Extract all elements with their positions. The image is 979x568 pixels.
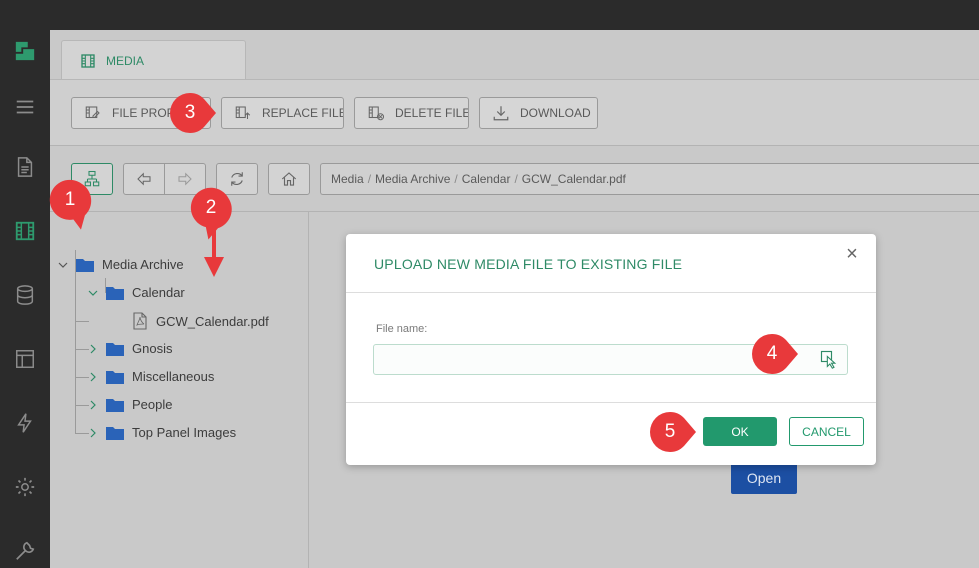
folder-icon: [106, 370, 124, 384]
tree-label: Media Archive: [102, 257, 184, 272]
file-properties-icon: [85, 106, 100, 119]
refresh-icon: [231, 172, 243, 186]
tree-node-top-panel-images[interactable]: Top Panel Images: [88, 425, 236, 440]
home-icon: [281, 172, 297, 186]
film-icon: [81, 53, 95, 68]
tree-label: Miscellaneous: [132, 369, 215, 384]
media-film-icon[interactable]: [10, 216, 40, 246]
breadcrumb-separator: /: [367, 172, 372, 186]
tree-line: [75, 405, 89, 406]
close-icon[interactable]: ×: [842, 243, 862, 265]
tab-media-label: MEDIA: [106, 53, 145, 68]
callout-1: 1: [49, 179, 96, 230]
breadcrumb-media[interactable]: Media: [331, 172, 364, 186]
tree-label: Top Panel Images: [132, 425, 237, 440]
tree-node-media-archive[interactable]: Media Archive: [58, 257, 184, 272]
callout-number: 5: [664, 421, 676, 442]
chevron-right-icon[interactable]: [88, 400, 98, 410]
breadcrumb: Media / Media Archive / Calendar / GCW_C…: [320, 163, 979, 195]
callout-2: 2: [190, 187, 237, 240]
sidebar: [0, 30, 50, 568]
tree-node-people[interactable]: People: [88, 397, 172, 412]
replace-file-button[interactable]: REPLACE FILE: [221, 97, 344, 129]
delete-file-icon: [368, 106, 385, 121]
dialog-divider: [346, 292, 876, 293]
wrench-icon[interactable]: [10, 536, 40, 566]
dialog-divider: [346, 402, 876, 403]
folder-icon: [76, 258, 94, 272]
tree-line: [75, 250, 76, 434]
lightning-icon[interactable]: [10, 408, 40, 438]
tree-node-gnosis[interactable]: Gnosis: [88, 341, 172, 356]
download-label: DOWNLOAD: [520, 106, 591, 120]
breadcrumb-file[interactable]: GCW_Calendar.pdf: [522, 172, 626, 186]
arrow-right-icon: [178, 172, 192, 186]
folder-icon: [106, 398, 124, 412]
browse-file-icon[interactable]: [818, 348, 840, 370]
replace-file-label: REPLACE FILE: [262, 106, 344, 120]
layout-icon[interactable]: [10, 344, 40, 374]
dialog-title: UPLOAD NEW MEDIA FILE TO EXISTING FILE: [374, 256, 683, 272]
replace-file-icon: [235, 106, 251, 119]
ok-button[interactable]: OK: [703, 417, 777, 446]
top-bar: [0, 0, 979, 30]
tree-label: Gnosis: [132, 341, 173, 356]
chevron-down-icon[interactable]: [88, 288, 98, 298]
callout-number: 1: [64, 189, 76, 210]
back-button[interactable]: [123, 163, 165, 195]
tree-line: [75, 377, 89, 378]
breadcrumb-media-archive[interactable]: Media Archive: [375, 172, 450, 186]
navigation-bar: Media / Media Archive / Calendar / GCW_C…: [50, 147, 979, 212]
cancel-button[interactable]: CANCEL: [789, 417, 864, 446]
download-button[interactable]: DOWNLOAD: [479, 97, 598, 129]
tree-label: Calendar: [132, 285, 185, 300]
folder-icon: [106, 426, 124, 440]
home-button[interactable]: [268, 163, 310, 195]
gear-icon[interactable]: [10, 472, 40, 502]
tab-media[interactable]: MEDIA: [61, 40, 246, 80]
callout-5: 5: [650, 412, 696, 452]
chevron-down-icon[interactable]: [58, 260, 68, 270]
chevron-right-icon[interactable]: [88, 372, 98, 382]
tree-line: [75, 321, 89, 322]
folder-icon: [106, 342, 124, 356]
open-button[interactable]: Open: [731, 462, 797, 494]
callout-number: 2: [205, 197, 217, 218]
menu-icon[interactable]: [10, 92, 40, 122]
delete-file-button[interactable]: DELETE FILE: [354, 97, 469, 129]
tree-label: People: [132, 397, 173, 412]
tree-label: GCW_Calendar.pdf: [156, 313, 269, 329]
tree-line: [75, 349, 89, 350]
database-icon[interactable]: [10, 280, 40, 310]
document-icon[interactable]: [10, 152, 40, 182]
tree-node-calendar[interactable]: Calendar: [88, 285, 185, 300]
arrow-left-icon: [137, 172, 151, 186]
callout-number: 4: [766, 343, 778, 364]
file-name-label: File name:: [376, 323, 428, 335]
folder-tree: Media Archive Calendar GCW_Calendar.pdf …: [50, 212, 309, 568]
breadcrumb-separator: /: [454, 172, 458, 186]
delete-file-label: DELETE FILE: [395, 106, 469, 120]
breadcrumb-separator: /: [514, 172, 518, 186]
tree-node-miscellaneous[interactable]: Miscellaneous: [88, 369, 214, 384]
chevron-right-icon[interactable]: [88, 428, 98, 438]
download-icon: [493, 106, 509, 121]
callout-3: 3: [170, 93, 216, 133]
callout-number: 3: [184, 102, 196, 123]
breadcrumb-calendar[interactable]: Calendar: [462, 172, 511, 186]
callout-4: 4: [752, 334, 798, 374]
tree-node-file[interactable]: GCW_Calendar.pdf: [132, 312, 269, 330]
folder-icon: [106, 286, 124, 300]
app-logo-icon[interactable]: [10, 36, 40, 66]
pdf-file-icon: [133, 312, 147, 330]
tree-line: [75, 433, 89, 434]
chevron-right-icon[interactable]: [88, 344, 98, 354]
